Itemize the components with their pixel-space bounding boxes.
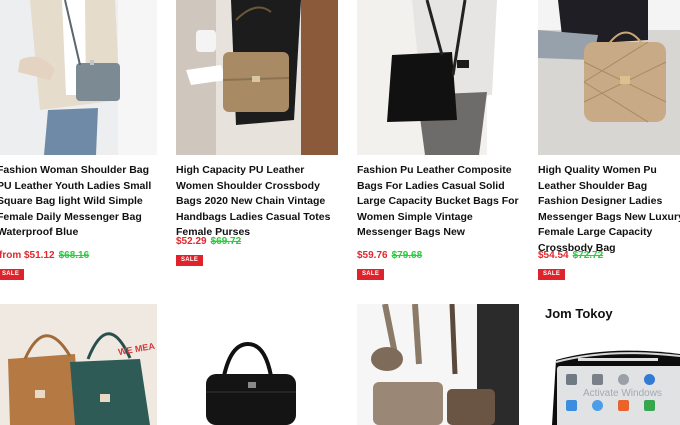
product-old-price: $79.68 — [391, 250, 423, 261]
product-price: $52.29 — [176, 236, 207, 247]
product-image[interactable]: WE MEA — [0, 304, 157, 425]
product-grid: Fashion Woman Shoulder Bag PU Leather Yo… — [0, 0, 680, 425]
sale-badge: SALE — [176, 255, 204, 266]
office-icon[interactable] — [618, 400, 629, 411]
price-row: from $51.12 $68.16 — [0, 250, 89, 261]
sale-badge: SALE — [357, 269, 385, 280]
product-price: $59.76 — [357, 250, 388, 261]
product-price: $54.54 — [538, 250, 569, 261]
product-price: from $51.12 — [0, 250, 55, 261]
activate-windows-watermark: Activate Windows — [583, 388, 662, 399]
product-old-price: $72.72 — [572, 250, 604, 261]
bluetooth-icon[interactable] — [644, 374, 655, 385]
product-image[interactable] — [176, 0, 338, 155]
shield-icon[interactable] — [592, 374, 603, 385]
price-row: $59.76 $79.68 — [357, 250, 422, 261]
app-icon[interactable] — [644, 400, 655, 411]
product-title[interactable]: Fashion Woman Shoulder Bag PU Leather Yo… — [0, 163, 162, 241]
product-old-price: $69.72 — [210, 236, 242, 247]
product-image[interactable] — [0, 0, 157, 155]
network-icon[interactable] — [566, 400, 577, 411]
product-image[interactable] — [538, 0, 680, 155]
brand-label: Jom Tokoy — [545, 306, 613, 321]
system-tray-flyout[interactable]: Activate Windows — [557, 366, 680, 425]
product-image[interactable] — [176, 304, 338, 425]
chat-icon[interactable] — [618, 374, 629, 385]
product-old-price: $68.16 — [58, 250, 90, 261]
price-row: $52.29 $69.72 — [176, 236, 241, 247]
product-title[interactable]: High Quality Women Pu Leather Shoulder B… — [538, 163, 680, 256]
sale-badge: SALE — [538, 269, 566, 280]
product-title[interactable]: High Capacity PU Leather Women Shoulder … — [176, 163, 341, 241]
product-image[interactable] — [357, 0, 519, 155]
product-image[interactable] — [357, 304, 519, 425]
price-row: $54.54 $72.72 — [538, 250, 603, 261]
product-title[interactable]: Fashion Pu Leather Composite Bags For La… — [357, 163, 522, 241]
cloud-icon[interactable] — [592, 400, 603, 411]
display-icon[interactable] — [566, 374, 577, 385]
sale-badge: SALE — [0, 269, 25, 280]
